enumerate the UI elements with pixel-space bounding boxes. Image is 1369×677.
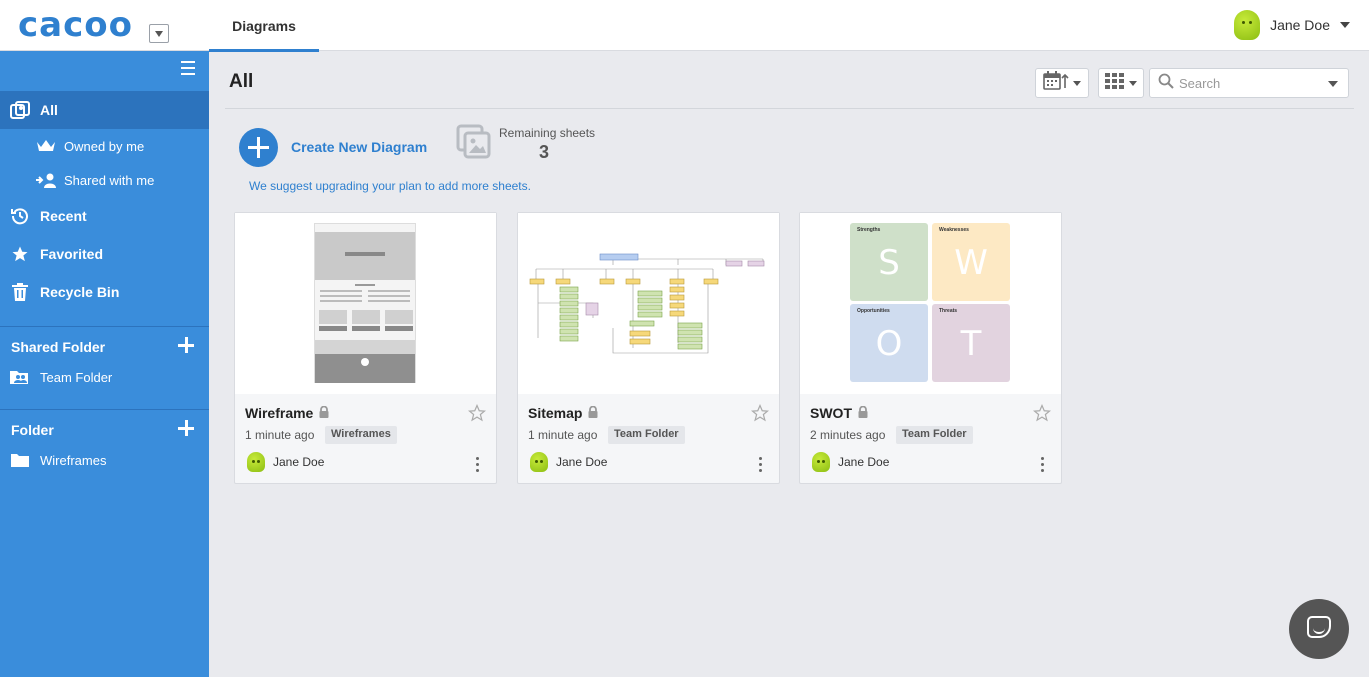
header-divider bbox=[225, 108, 1354, 109]
view-mode-button[interactable] bbox=[1098, 68, 1144, 98]
chevron-down-icon bbox=[1340, 22, 1350, 28]
diagram-card-wireframe[interactable]: Wireframe 1 minute ago Wireframes Jane D… bbox=[234, 212, 497, 484]
page-title: All bbox=[229, 71, 254, 92]
chat-launcher-button[interactable] bbox=[1289, 599, 1349, 659]
add-folder-button[interactable] bbox=[178, 420, 194, 436]
lock-icon bbox=[588, 405, 598, 421]
sidebar-item-recycle-bin[interactable]: Recycle Bin bbox=[0, 273, 209, 311]
chevron-down-icon bbox=[1129, 80, 1137, 86]
modified-time: 1 minute ago bbox=[528, 428, 598, 442]
user-menu[interactable]: Jane Doe bbox=[1234, 10, 1350, 40]
cacoo-logo[interactable]: cacoo bbox=[18, 8, 133, 42]
sidebar: All Owned by me Shared with me Recent Fa… bbox=[0, 51, 209, 677]
lock-icon bbox=[319, 405, 329, 421]
diagram-card-sitemap[interactable]: Sitemap 1 minute ago Team Folder Jane Do… bbox=[517, 212, 780, 484]
favorite-star-icon[interactable] bbox=[750, 403, 770, 427]
sidebar-item-team-folder[interactable]: Team Folder bbox=[0, 363, 209, 391]
wireframe-preview bbox=[314, 223, 416, 383]
owner-avatar bbox=[812, 452, 830, 472]
sidebar-item-label: Favorited bbox=[40, 246, 104, 262]
trash-icon bbox=[0, 283, 40, 301]
swot-strengths: Strengths S bbox=[850, 223, 928, 301]
owner-avatar bbox=[530, 452, 548, 472]
create-new-diagram-link[interactable]: Create New Diagram bbox=[291, 139, 427, 155]
lock-icon bbox=[858, 405, 868, 421]
shared-folder-heading: Shared Folder bbox=[11, 339, 106, 355]
folder-tag[interactable]: Team Folder bbox=[608, 426, 685, 444]
owner: Jane Doe bbox=[530, 452, 607, 472]
remaining-sheets-count: 3 bbox=[539, 142, 550, 162]
star-icon bbox=[0, 245, 40, 263]
sidebar-item-recent[interactable]: Recent bbox=[0, 197, 209, 235]
upgrade-plan-link[interactable]: We suggest upgrading your plan to add mo… bbox=[249, 179, 531, 193]
chevron-down-icon bbox=[1073, 80, 1081, 86]
sidebar-divider bbox=[0, 409, 209, 410]
search-options-chevron-icon[interactable] bbox=[1328, 81, 1338, 87]
folder-heading: Folder bbox=[11, 422, 54, 438]
swot-opportunities: Opportunities O bbox=[850, 304, 928, 382]
search-icon bbox=[1158, 73, 1174, 94]
add-shared-folder-button[interactable] bbox=[178, 337, 194, 353]
tab-diagrams[interactable]: Diagrams bbox=[209, 0, 319, 52]
diagram-thumbnail[interactable] bbox=[235, 213, 496, 394]
search-input[interactable] bbox=[1179, 75, 1319, 91]
sidebar-item-wireframes[interactable]: Wireframes bbox=[0, 446, 209, 474]
hamburger-menu-icon[interactable] bbox=[181, 61, 195, 75]
folder-tag[interactable]: Team Folder bbox=[896, 426, 973, 444]
favorite-star-icon[interactable] bbox=[1032, 403, 1052, 427]
diagram-thumbnail[interactable] bbox=[518, 213, 779, 394]
top-bar: cacoo Diagrams Jane Doe bbox=[0, 0, 1369, 52]
sidebar-item-owned-by-me[interactable]: Owned by me bbox=[0, 131, 209, 161]
search-box[interactable] bbox=[1149, 68, 1349, 98]
sidebar-item-label: Recent bbox=[40, 208, 87, 224]
sidebar-item-favorited[interactable]: Favorited bbox=[0, 235, 209, 273]
folder-label: Team Folder bbox=[40, 369, 113, 385]
folder-tag[interactable]: Wireframes bbox=[325, 426, 397, 444]
grid-view-icon bbox=[1105, 72, 1125, 94]
sidebar-item-label: Shared with me bbox=[64, 172, 155, 188]
calendar-sort-icon bbox=[1043, 70, 1069, 96]
app-menu-dropdown[interactable] bbox=[149, 24, 169, 43]
modified-time: 1 minute ago bbox=[245, 428, 315, 442]
history-icon bbox=[0, 207, 40, 225]
sitemap-preview bbox=[529, 253, 765, 354]
modified-time: 2 minutes ago bbox=[810, 428, 886, 442]
swot-weaknesses: Weaknesses W bbox=[932, 223, 1010, 301]
swot-threats: Threats T bbox=[932, 304, 1010, 382]
sheets-icon bbox=[456, 124, 492, 165]
sidebar-item-shared-with-me[interactable]: Shared with me bbox=[0, 165, 209, 195]
sidebar-divider bbox=[0, 326, 209, 327]
diagram-title[interactable]: Sitemap bbox=[528, 405, 598, 421]
diagrams-icon bbox=[0, 101, 40, 119]
favorite-star-icon[interactable] bbox=[467, 403, 487, 427]
remaining-sheets-label: Remaining sheets bbox=[499, 126, 596, 140]
diagram-card-swot[interactable]: Strengths S Weaknesses W Opportunities O Th… bbox=[799, 212, 1062, 484]
chat-icon bbox=[1307, 616, 1331, 638]
owner: Jane Doe bbox=[247, 452, 324, 472]
sort-button[interactable] bbox=[1035, 68, 1089, 98]
diagram-title[interactable]: SWOT bbox=[810, 405, 868, 421]
more-options-icon[interactable] bbox=[1041, 457, 1045, 473]
sidebar-item-label: Recycle Bin bbox=[40, 284, 120, 300]
create-new-diagram-button[interactable] bbox=[239, 128, 278, 167]
crown-icon bbox=[0, 139, 64, 153]
owner: Jane Doe bbox=[812, 452, 889, 472]
more-options-icon[interactable] bbox=[476, 457, 480, 473]
folder-label: Wireframes bbox=[40, 452, 107, 468]
sidebar-item-label: Owned by me bbox=[64, 138, 145, 154]
sidebar-item-label: All bbox=[40, 102, 58, 118]
owner-avatar bbox=[247, 452, 265, 472]
diagram-thumbnail[interactable]: Strengths S Weaknesses W Opportunities O Th… bbox=[800, 213, 1061, 394]
sidebar-item-all[interactable]: All bbox=[0, 91, 209, 129]
user-avatar bbox=[1234, 10, 1261, 40]
shared-user-icon bbox=[0, 173, 64, 188]
team-folder-icon bbox=[0, 369, 40, 385]
diagram-title[interactable]: Wireframe bbox=[245, 405, 329, 421]
user-name: Jane Doe bbox=[1270, 17, 1330, 33]
folder-icon bbox=[0, 453, 40, 467]
more-options-icon[interactable] bbox=[759, 457, 763, 473]
